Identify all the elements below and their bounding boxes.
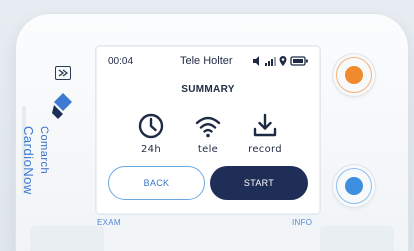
battery-icon <box>290 56 308 66</box>
speaker-icon <box>253 56 259 66</box>
status-bar: 00:04 Tele Holter <box>96 46 320 76</box>
brand-comarch: Comarch <box>38 126 50 175</box>
blue-button-dot <box>345 177 363 195</box>
device-screen: 00:04 Tele Holter SUMMARY 24h tele recor… <box>96 46 320 214</box>
feature-duration: 24h <box>128 112 174 156</box>
feature-record: record <box>242 112 288 156</box>
exam-label: EXAM <box>97 218 121 227</box>
info-label: INFO <box>292 218 313 227</box>
download-icon <box>253 113 277 137</box>
location-pin-icon <box>279 56 287 66</box>
device-foot-left <box>30 226 104 251</box>
start-button[interactable]: START <box>210 166 308 200</box>
app-title: Tele Holter <box>180 55 233 67</box>
orange-button-dot <box>345 66 363 84</box>
orange-hardware-button[interactable] <box>333 54 375 96</box>
wifi-icon <box>195 116 221 138</box>
clock-time: 00:04 <box>108 56 134 67</box>
orange-button-ring <box>336 57 372 93</box>
signal-icon <box>265 57 276 66</box>
feature-label-record: record <box>248 144 282 155</box>
blue-button-ring <box>336 168 372 204</box>
feature-telemetry: tele <box>185 112 231 156</box>
blue-hardware-button[interactable] <box>333 165 375 207</box>
comarch-logo-icon <box>52 93 72 119</box>
feature-label-telemetry: tele <box>197 144 219 155</box>
device-foot-right <box>320 226 394 251</box>
clock-icon <box>138 113 164 139</box>
status-icons <box>253 56 308 66</box>
back-button[interactable]: BACK <box>108 166 205 200</box>
brand-cardionow: CardioNow <box>21 126 36 195</box>
feature-label-duration: 24h <box>141 144 161 155</box>
summary-heading: SUMMARY <box>181 84 235 95</box>
brand-wordmark: Comarch CardioNow <box>21 126 94 206</box>
bluetooth-pairing-icon <box>55 66 71 80</box>
